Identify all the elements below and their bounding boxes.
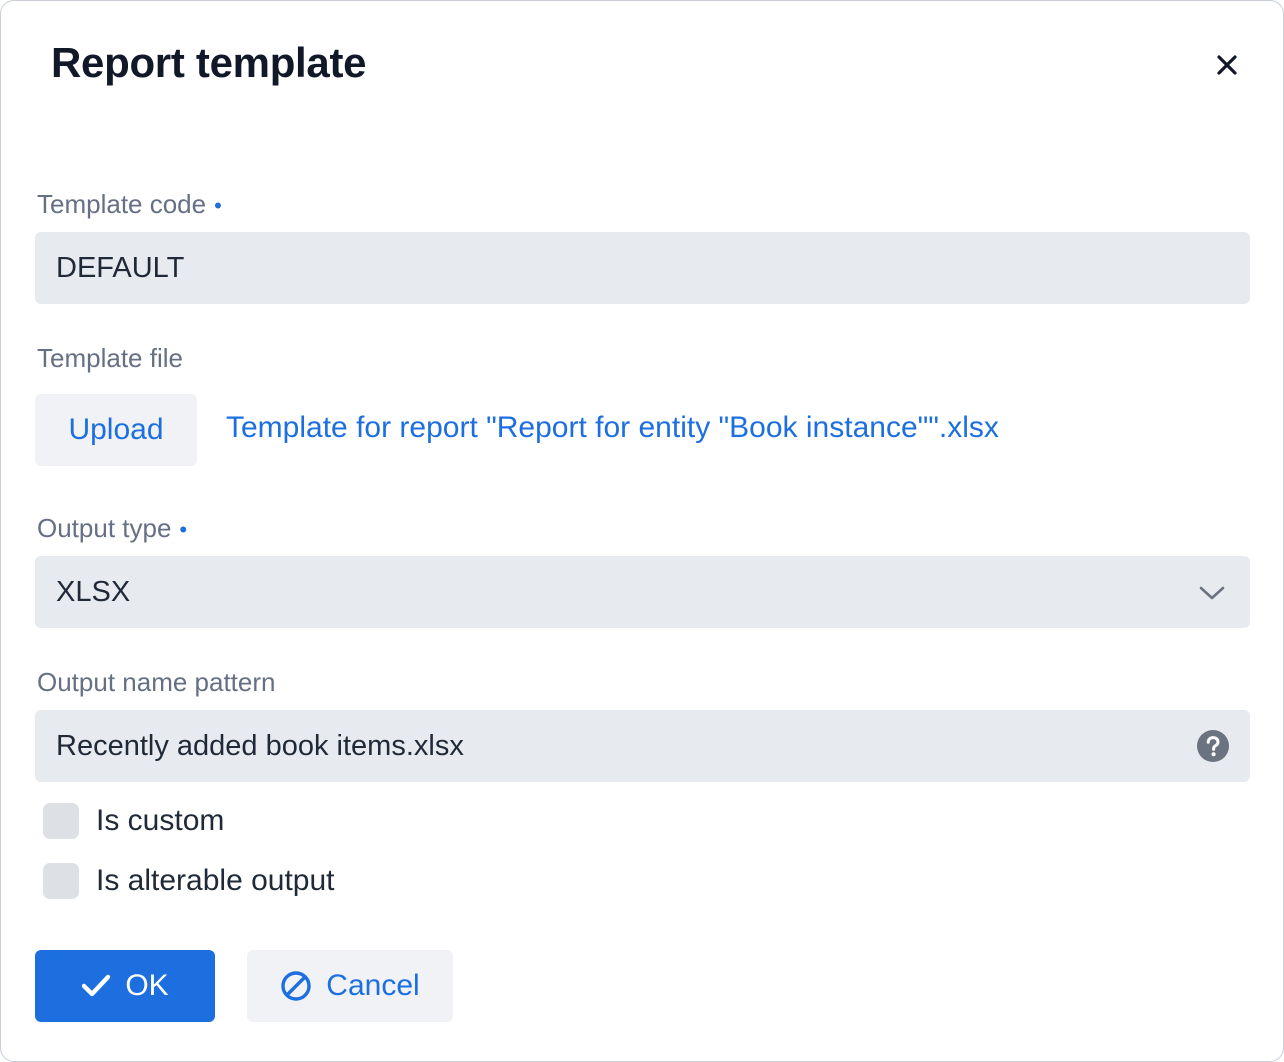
required-marker: • (179, 517, 188, 542)
output-name-pattern-label: Output name pattern (37, 667, 276, 697)
template-code-value: DEFAULT (56, 251, 185, 284)
output-type-dropdown-toggle[interactable] (1195, 578, 1229, 608)
output-name-pattern-input[interactable]: Recently added book items.xlsx (35, 710, 1250, 782)
is-custom-label: Is custom (96, 804, 225, 837)
ok-label: OK (125, 969, 169, 1002)
cancel-button[interactable]: Cancel (247, 950, 453, 1022)
is-custom-checkbox[interactable] (43, 803, 79, 839)
is-alterable-output-row: Is alterable output (43, 863, 335, 899)
check-icon (81, 973, 111, 999)
template-code-label-text: Template code (37, 189, 207, 219)
is-custom-row: Is custom (43, 803, 224, 839)
ban-icon (280, 970, 312, 1002)
upload-button[interactable]: Upload (35, 394, 197, 466)
close-button[interactable] (1201, 39, 1253, 91)
help-circle-icon[interactable] (1196, 729, 1230, 763)
output-type-label-text: Output type (37, 513, 172, 543)
template-file-label: Template file (37, 343, 183, 373)
output-name-pattern-value: Recently added book items.xlsx (56, 729, 464, 762)
template-code-label: Template code • (37, 189, 222, 220)
report-template-dialog: Report template Template code • DEFAULT T… (0, 0, 1284, 1062)
output-type-value: XLSX (56, 575, 131, 608)
chevron-down-icon (1199, 586, 1225, 600)
dialog-title: Report template (51, 39, 367, 86)
cancel-label: Cancel (326, 969, 420, 1002)
output-type-label: Output type • (37, 513, 187, 544)
is-alterable-output-label: Is alterable output (96, 864, 335, 897)
close-icon (1217, 55, 1237, 75)
is-alterable-output-checkbox[interactable] (43, 863, 79, 899)
template-code-input[interactable]: DEFAULT (35, 232, 1250, 304)
template-file-link[interactable]: Template for report "Report for entity "… (226, 411, 999, 445)
ok-button[interactable]: OK (35, 950, 215, 1022)
output-type-select[interactable]: XLSX (35, 556, 1250, 628)
required-marker: • (214, 193, 222, 218)
